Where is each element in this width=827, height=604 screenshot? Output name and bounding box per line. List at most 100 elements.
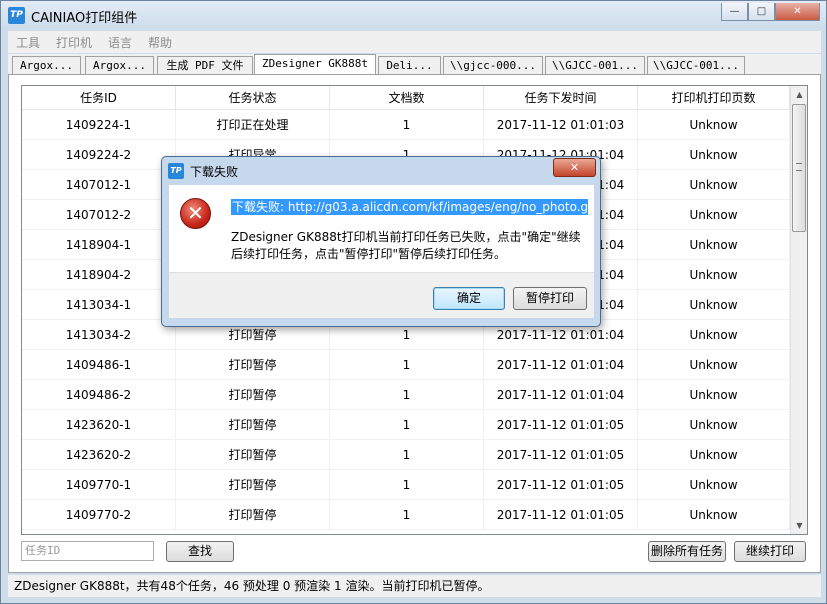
cell-doc-count: 1: [330, 410, 484, 440]
cell-page-count: Unknow: [638, 440, 790, 470]
cell-doc-count: 1: [330, 470, 484, 500]
window-controls: — □ ✕: [721, 3, 820, 21]
cell-doc-count: 1: [330, 380, 484, 410]
printer-tabs: Argox... Argox... 生成 PDF 文件 ZDesigner GK…: [8, 54, 821, 74]
task-id-search-input[interactable]: 任务ID: [21, 541, 154, 561]
scroll-up-icon[interactable]: ▲: [791, 86, 807, 103]
tab-deli[interactable]: Deli...: [378, 56, 441, 74]
cell-page-count: Unknow: [638, 140, 790, 170]
tab-argox-2[interactable]: Argox...: [85, 56, 154, 74]
ok-button[interactable]: 确定: [433, 287, 505, 310]
cell-page-count: Unknow: [638, 380, 790, 410]
tab-gjcc-000[interactable]: \\gjcc-000...: [443, 56, 543, 74]
cell-page-count: Unknow: [638, 350, 790, 380]
cell-doc-count: 1: [330, 110, 484, 140]
continue-print-button[interactable]: 继续打印: [734, 541, 806, 562]
pause-print-button[interactable]: 暂停打印: [513, 287, 587, 310]
table-row[interactable]: 1409770-2 打印暂停 1 2017-11-12 01:01:05 Unknow: [22, 500, 790, 530]
vertical-scrollbar[interactable]: ▲ ▼: [790, 86, 807, 534]
column-header-task-status[interactable]: 任务状态: [176, 86, 330, 110]
cell-page-count: Unknow: [638, 200, 790, 230]
maximize-button[interactable]: □: [748, 3, 775, 21]
dialog-content: ✕ 下载失败: http://g03.a.alicdn.com/kf/image…: [169, 185, 594, 272]
cell-issue-time: 2017-11-12 01:01:04: [484, 350, 638, 380]
cell-issue-time: 2017-11-12 01:01:03: [484, 110, 638, 140]
table-header: 任务ID 任务状态 文档数 任务下发时间 打印机打印页数: [22, 86, 790, 110]
column-header-task-id[interactable]: 任务ID: [22, 86, 176, 110]
cell-task-id: 1407012-1: [22, 170, 176, 200]
menu-tools[interactable]: 工具: [8, 34, 48, 51]
column-header-doc-count[interactable]: 文档数: [330, 86, 484, 110]
grip-icon: [796, 163, 802, 171]
error-url-text[interactable]: 下载失败: http://g03.a.alicdn.com/kf/images/…: [231, 199, 588, 215]
table-row[interactable]: 1423620-1 打印暂停 1 2017-11-12 01:01:05 Unknow: [22, 410, 790, 440]
cell-page-count: Unknow: [638, 500, 790, 530]
cell-doc-count: 1: [330, 440, 484, 470]
tab-zdesigner[interactable]: ZDesigner GK888t: [254, 54, 376, 74]
cell-task-id: 1409486-2: [22, 380, 176, 410]
cell-task-id: 1418904-1: [22, 230, 176, 260]
menu-printer[interactable]: 打印机: [48, 34, 100, 51]
title-bar[interactable]: TP CAINIAO打印组件 — □ ✕: [1, 1, 826, 29]
cell-task-id: 1423620-2: [22, 440, 176, 470]
cell-page-count: Unknow: [638, 410, 790, 440]
cell-issue-time: 2017-11-12 01:01:05: [484, 470, 638, 500]
delete-all-tasks-button[interactable]: 删除所有任务: [648, 541, 726, 562]
error-icon: ✕: [180, 198, 211, 229]
app-logo-icon: TP: [8, 7, 25, 24]
cell-issue-time: 2017-11-12 01:01:05: [484, 500, 638, 530]
cell-task-id: 1409224-1: [22, 110, 176, 140]
menu-language[interactable]: 语言: [100, 34, 140, 51]
cell-task-id: 1418904-2: [22, 260, 176, 290]
table-row[interactable]: 1409486-2 打印暂停 1 2017-11-12 01:01:04 Unknow: [22, 380, 790, 410]
cell-task-status: 打印暂停: [176, 500, 330, 530]
tab-gjcc-001-a[interactable]: \\GJCC-001...: [545, 56, 645, 74]
cell-task-status: 打印暂停: [176, 350, 330, 380]
column-header-issue-time[interactable]: 任务下发时间: [484, 86, 638, 110]
scroll-thumb[interactable]: [792, 104, 806, 232]
table-row[interactable]: 1409486-1 打印暂停 1 2017-11-12 01:01:04 Unknow: [22, 350, 790, 380]
cell-task-id: 1409224-2: [22, 140, 176, 170]
cell-task-id: 1409486-1: [22, 350, 176, 380]
status-bar: ZDesigner GK888t，共有48个任务，46 预处理 0 预渲染 1 …: [8, 575, 821, 597]
table-row[interactable]: 1409770-1 打印暂停 1 2017-11-12 01:01:05 Unknow: [22, 470, 790, 500]
scroll-down-icon[interactable]: ▼: [791, 517, 807, 534]
cell-task-status: 打印暂停: [176, 470, 330, 500]
tab-gjcc-001-b[interactable]: \\GJCC-001...: [647, 56, 745, 74]
table-row[interactable]: 1423620-2 打印暂停 1 2017-11-12 01:01:05 Unknow: [22, 440, 790, 470]
menu-bar: 工具 打印机 语言 帮助: [8, 31, 821, 53]
cell-task-id: 1409770-1: [22, 470, 176, 500]
download-failed-dialog: TP 下载失败 ✕ ✕ 下载失败: http://g03.a.alicdn.co…: [161, 156, 601, 327]
cell-issue-time: 2017-11-12 01:01:04: [484, 380, 638, 410]
cell-task-id: 1423620-1: [22, 410, 176, 440]
tab-argox-1[interactable]: Argox...: [12, 56, 81, 74]
cell-task-status: 打印正在处理: [176, 110, 330, 140]
cell-page-count: Unknow: [638, 470, 790, 500]
cell-task-status: 打印暂停: [176, 440, 330, 470]
cell-task-id: 1409770-2: [22, 500, 176, 530]
table-row[interactable]: 1409224-1 打印正在处理 1 2017-11-12 01:01:03 Unkno…: [22, 110, 790, 140]
cell-task-id: 1413034-1: [22, 290, 176, 320]
minimize-button[interactable]: —: [721, 3, 748, 21]
cell-page-count: Unknow: [638, 230, 790, 260]
search-button[interactable]: 查找: [166, 541, 234, 562]
close-button[interactable]: ✕: [775, 3, 820, 21]
menu-help[interactable]: 帮助: [140, 34, 180, 51]
window-title: CAINIAO打印组件: [31, 11, 138, 26]
cell-task-id: 1413034-2: [22, 320, 176, 350]
cell-page-count: Unknow: [638, 320, 790, 350]
cell-task-id: 1407012-2: [22, 200, 176, 230]
dialog-app-icon: TP: [168, 163, 184, 179]
tab-pdf[interactable]: 生成 PDF 文件: [157, 56, 253, 74]
column-header-page-count[interactable]: 打印机打印页数: [638, 86, 790, 110]
cell-doc-count: 1: [330, 350, 484, 380]
cell-page-count: Unknow: [638, 110, 790, 140]
cell-issue-time: 2017-11-12 01:01:05: [484, 440, 638, 470]
error-message: ZDesigner GK888t打印机当前打印任务已失败，点击"确定"继续后续打…: [231, 230, 581, 261]
cell-page-count: Unknow: [638, 170, 790, 200]
cell-page-count: Unknow: [638, 290, 790, 320]
cell-task-status: 打印暂停: [176, 410, 330, 440]
cell-doc-count: 1: [330, 500, 484, 530]
dialog-close-button[interactable]: ✕: [553, 158, 596, 177]
cell-issue-time: 2017-11-12 01:01:05: [484, 410, 638, 440]
